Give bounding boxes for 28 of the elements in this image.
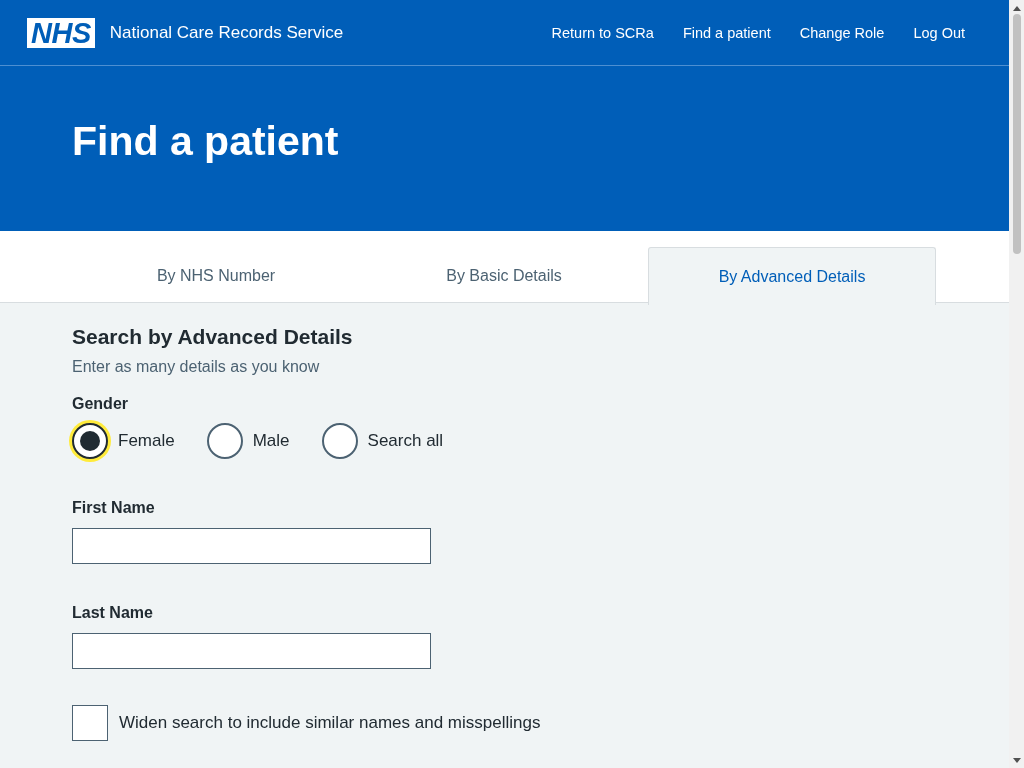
radio-label[interactable]: Male bbox=[252, 431, 290, 451]
field-label: Gender bbox=[72, 395, 129, 413]
radio-button[interactable] bbox=[72, 423, 108, 459]
nav-link[interactable]: Change Role bbox=[799, 24, 885, 41]
scroll-down-icon[interactable] bbox=[1012, 758, 1021, 763]
scrollbar-thumb[interactable] bbox=[1012, 14, 1021, 254]
nav-link[interactable]: Return to SCRa bbox=[551, 24, 654, 41]
field-label: Last Name bbox=[72, 604, 154, 622]
tab[interactable]: By Advanced Details bbox=[648, 247, 936, 305]
nav-link[interactable]: Log Out bbox=[913, 24, 965, 41]
field-label: First Name bbox=[72, 499, 156, 517]
hint-text: Enter as many details as you know bbox=[72, 358, 321, 376]
scroll-up-icon[interactable] bbox=[1012, 6, 1021, 11]
checkbox-label[interactable]: Widen search to include similar names and misspellings bbox=[119, 713, 541, 733]
tab[interactable]: By NHS Number bbox=[72, 247, 360, 305]
nav-link[interactable]: Find a patient bbox=[682, 24, 771, 41]
radio-button[interactable] bbox=[206, 423, 243, 459]
radio-button[interactable] bbox=[321, 423, 358, 459]
radio-label[interactable]: Search all bbox=[367, 431, 444, 451]
page-title: Find a patient bbox=[72, 118, 340, 165]
input-field[interactable] bbox=[72, 528, 431, 564]
service-name: National Care Records Service bbox=[109, 22, 345, 43]
input-field[interactable] bbox=[72, 633, 431, 669]
section-heading: Search by Advanced Details bbox=[72, 325, 354, 349]
tab[interactable]: By Basic Details bbox=[360, 247, 648, 305]
checkbox[interactable] bbox=[72, 705, 108, 741]
radio-label[interactable]: Female bbox=[118, 431, 175, 451]
nhs-logo[interactable]: NHS bbox=[27, 17, 95, 48]
